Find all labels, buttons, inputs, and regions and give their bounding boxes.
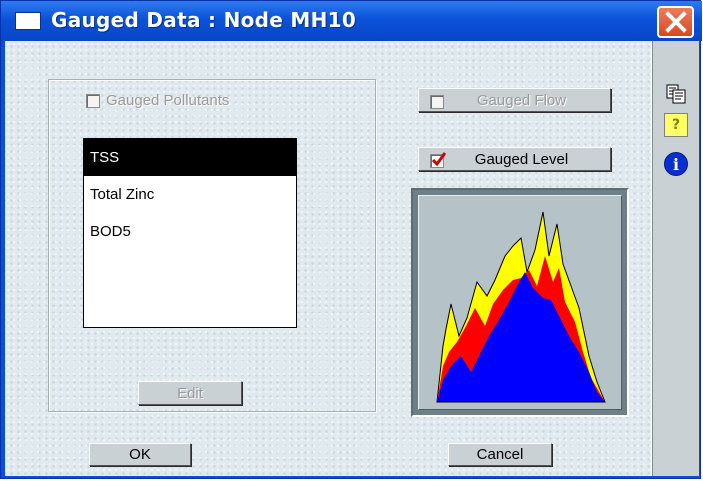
help-button[interactable]: ?	[664, 113, 688, 137]
gauged-pollutants-label: Gauged Pollutants	[106, 92, 230, 109]
gauged-flow-button[interactable]: Gauged Flow	[418, 88, 611, 112]
window-icon	[15, 12, 41, 30]
title-bar[interactable]: Gauged Data : Node MH10	[1, 1, 702, 41]
ok-button-label: OK	[129, 446, 151, 463]
gauged-data-dialog: Gauged Data : Node MH10 Gauged Pollutant…	[0, 0, 702, 479]
cancel-button[interactable]: Cancel	[448, 443, 552, 466]
copy-button[interactable]	[664, 82, 688, 106]
gauged-pollutants-checkbox[interactable]: Gauged Pollutants	[86, 92, 229, 109]
list-item[interactable]: BOD5	[84, 213, 296, 250]
close-icon	[665, 11, 687, 33]
edit-button-label: Edit	[177, 384, 203, 402]
gauge-preview-frame	[411, 188, 629, 417]
pollutant-list[interactable]: TSS Total Zinc BOD5	[83, 138, 297, 328]
checkbox-box[interactable]	[86, 93, 100, 108]
gauge-preview	[418, 195, 622, 410]
check-mark-icon	[432, 152, 446, 167]
gauged-flow-checkbox[interactable]	[430, 95, 444, 109]
copy-icon	[666, 84, 686, 104]
cancel-button-label: Cancel	[476, 446, 524, 463]
edit-button[interactable]: Edit	[138, 381, 242, 405]
window-title: Gauged Data : Node MH10	[51, 8, 357, 32]
info-button[interactable]: i	[664, 152, 688, 176]
gauged-flow-label: Gauged Flow	[476, 91, 567, 109]
gauged-level-label: Gauged Level	[474, 150, 569, 168]
ok-button[interactable]: OK	[89, 443, 191, 466]
list-item[interactable]: Total Zinc	[84, 176, 296, 213]
list-item[interactable]: TSS	[84, 139, 296, 176]
gauged-level-checkbox[interactable]	[430, 152, 446, 168]
side-toolbar: ? i	[651, 41, 699, 476]
help-icon: ?	[671, 117, 681, 133]
gauged-level-button[interactable]: Gauged Level	[418, 147, 611, 171]
dialog-body: Gauged Pollutants TSS Total Zinc BOD5 Ed…	[5, 41, 699, 476]
close-button[interactable]	[657, 6, 694, 38]
info-icon: i	[672, 154, 680, 174]
gauge-graphic-icon	[436, 211, 606, 403]
